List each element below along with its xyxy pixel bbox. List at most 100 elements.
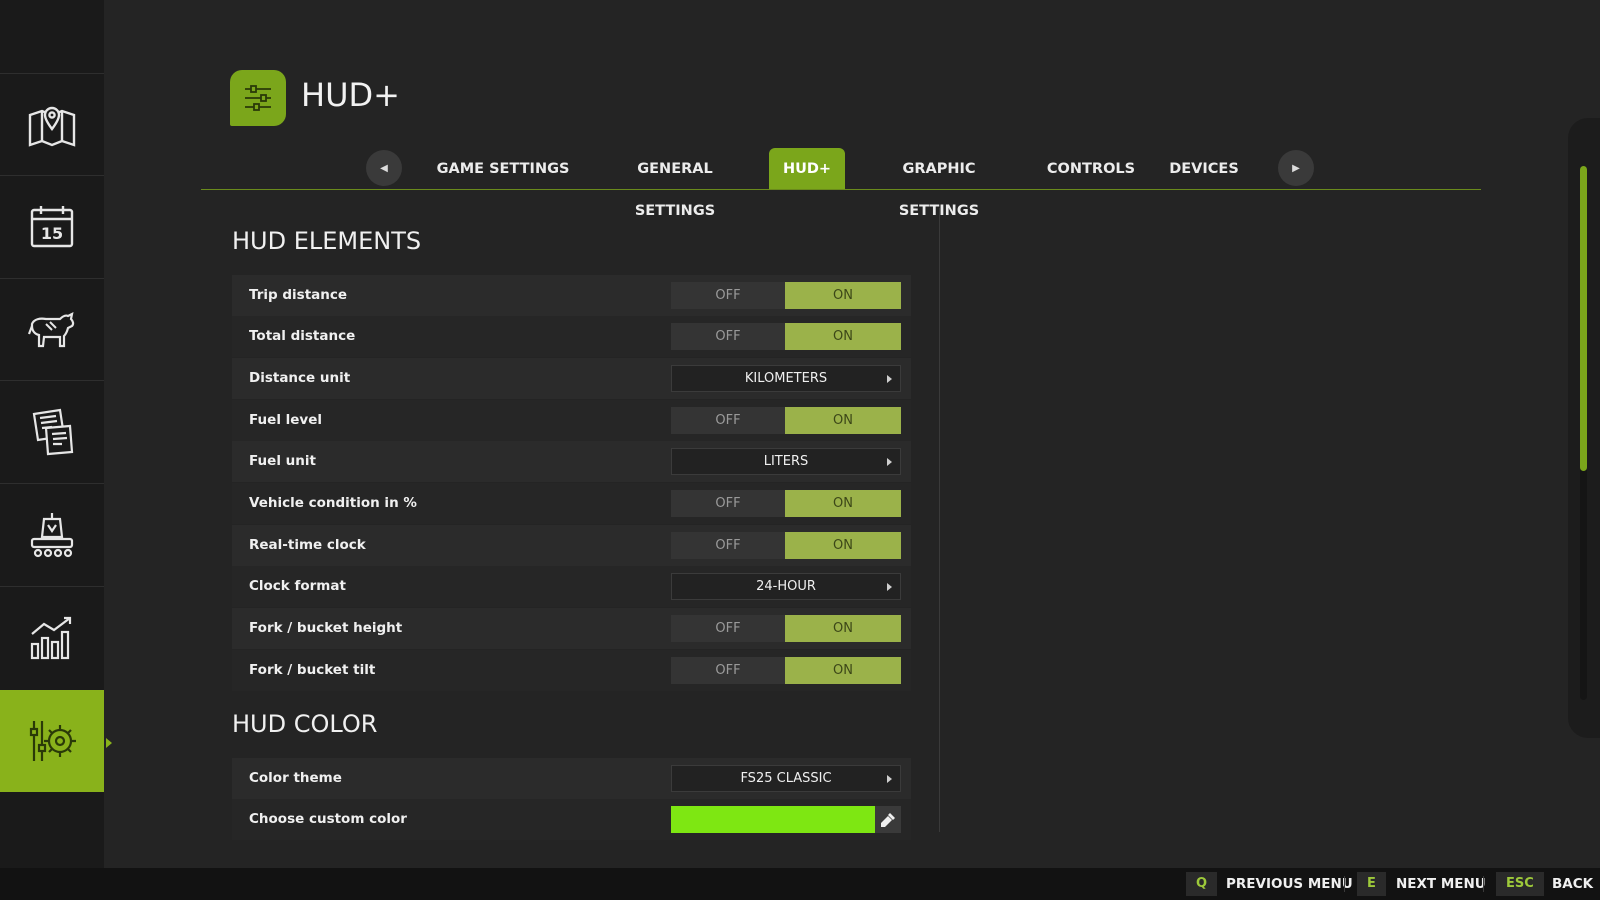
hud-plus-logo [230, 70, 286, 126]
fuel-level-toggle[interactable]: OFF ON [671, 407, 901, 434]
map-icon [28, 106, 76, 147]
arrow-right-icon: ▶ [1292, 162, 1300, 174]
content-divider [939, 208, 940, 832]
contracts-icon [32, 408, 74, 455]
tab-graphic-settings[interactable]: GRAPHIC SETTINGS [866, 148, 1012, 219]
fuel-unit-select[interactable]: LITERS [671, 448, 901, 475]
toggle-off-option[interactable]: OFF [671, 532, 785, 559]
select-value: FS25 CLASSIC [740, 771, 832, 786]
setting-row-fuel-level: Fuel level OFF ON [232, 400, 911, 441]
toggle-off-option[interactable]: OFF [671, 407, 785, 434]
toggle-off-option[interactable]: OFF [671, 657, 785, 684]
toggle-on-option[interactable]: ON [785, 407, 901, 434]
hint-separator [1344, 876, 1345, 892]
setting-row-custom-color: Choose custom color [232, 799, 911, 840]
vehicle-condition-toggle[interactable]: OFF ON [671, 490, 901, 517]
setting-row-distance-unit: Distance unit KILOMETERS [232, 358, 911, 399]
toggle-off-option[interactable]: OFF [671, 490, 785, 517]
tab-prev-button[interactable]: ◀ [366, 150, 402, 186]
setting-row-fork-height: Fork / bucket height OFF ON [232, 608, 911, 649]
setting-label: Fuel level [249, 412, 323, 428]
setting-label: Distance unit [249, 370, 351, 386]
toggle-on-option[interactable]: ON [785, 490, 901, 517]
setting-label: Vehicle condition in % [249, 495, 417, 511]
toggle-on-option[interactable]: ON [785, 532, 901, 559]
setting-label: Choose custom color [249, 811, 407, 827]
distance-unit-select[interactable]: KILOMETERS [671, 365, 901, 392]
setting-row-fork-tilt: Fork / bucket tilt OFF ON [232, 650, 911, 691]
cow-icon [27, 311, 75, 347]
tab-next-button[interactable]: ▶ [1278, 150, 1314, 186]
back-button[interactable]: BACK [1552, 872, 1593, 896]
chevron-right-icon [887, 775, 892, 783]
previous-menu-button[interactable]: PREVIOUS MENU [1226, 872, 1353, 896]
setting-label: Real-time clock [249, 537, 366, 553]
tab-hud-plus[interactable]: HUD+ [769, 148, 845, 190]
setting-row-fuel-unit: Fuel unit LITERS [232, 441, 911, 482]
toggle-on-option[interactable]: ON [785, 615, 901, 642]
trip-distance-toggle[interactable]: OFF ON [671, 282, 901, 309]
setting-row-clock-format: Clock format 24-HOUR [232, 566, 911, 607]
fork-tilt-toggle[interactable]: OFF ON [671, 657, 901, 684]
clock-format-select[interactable]: 24-HOUR [671, 573, 901, 600]
key-q-badge: Q [1186, 872, 1218, 896]
toggle-off-option[interactable]: OFF [671, 615, 785, 642]
tab-game-settings[interactable]: GAME SETTINGS [432, 148, 574, 190]
settings-icon [29, 721, 76, 761]
tab-general-settings[interactable]: GENERAL SETTINGS [596, 148, 754, 219]
setting-row-total-distance: Total distance OFF ON [232, 316, 911, 357]
tab-devices[interactable]: DEVICES [1164, 148, 1244, 190]
setting-row-trip-distance: Trip distance OFF ON [232, 275, 911, 316]
toggle-on-option[interactable]: ON [785, 282, 901, 309]
setting-label: Fork / bucket height [249, 620, 403, 636]
setting-row-color-theme: Color theme FS25 CLASSIC [232, 758, 911, 799]
toggle-off-option[interactable]: OFF [671, 282, 785, 309]
fork-height-toggle[interactable]: OFF ON [671, 615, 901, 642]
setting-row-vehicle-condition: Vehicle condition in % OFF ON [232, 483, 911, 524]
production-icon [30, 512, 74, 557]
color-picker-icon [881, 812, 895, 827]
key-esc-badge: ESC [1496, 872, 1544, 896]
section-title-hud-color: HUD COLOR [232, 710, 378, 738]
active-indicator-caret [106, 738, 112, 748]
tab-controls[interactable]: CONTROLS [1046, 148, 1136, 190]
calendar-day: 15 [41, 224, 63, 243]
sidebar-item-contracts[interactable] [0, 380, 104, 482]
setting-label: Fork / bucket tilt [249, 662, 376, 678]
sidebar-item-map[interactable] [0, 73, 104, 175]
real-time-clock-toggle[interactable]: OFF ON [671, 532, 901, 559]
sidebar-item-production[interactable] [0, 483, 104, 585]
tab-underline [201, 189, 1481, 190]
select-value: KILOMETERS [744, 371, 828, 386]
color-theme-select[interactable]: FS25 CLASSIC [671, 765, 901, 792]
chevron-right-icon [887, 583, 892, 591]
setting-label: Clock format [249, 578, 346, 594]
select-value: LITERS [763, 454, 809, 469]
toggle-on-option[interactable]: ON [785, 323, 901, 350]
scrollbar-thumb[interactable] [1580, 166, 1587, 471]
custom-color-swatch[interactable] [671, 806, 875, 833]
select-value: 24-HOUR [756, 579, 816, 594]
page-title: HUD+ [301, 76, 400, 114]
setting-label: Fuel unit [249, 453, 316, 469]
total-distance-toggle[interactable]: OFF ON [671, 323, 901, 350]
setting-label: Trip distance [249, 287, 348, 303]
sliders-icon [245, 85, 271, 111]
chevron-right-icon [887, 458, 892, 466]
sidebar-item-calendar[interactable]: 15 [0, 175, 104, 277]
toggle-on-option[interactable]: ON [785, 657, 901, 684]
sidebar: 15 [0, 0, 104, 868]
setting-row-real-time-clock: Real-time clock OFF ON [232, 525, 911, 566]
statistics-icon [30, 616, 72, 659]
key-e-badge: E [1357, 872, 1386, 896]
chevron-right-icon [887, 375, 892, 383]
hint-separator [1483, 876, 1484, 892]
sidebar-item-statistics[interactable] [0, 586, 104, 688]
next-menu-button[interactable]: NEXT MENU [1396, 872, 1486, 896]
setting-label: Color theme [249, 770, 342, 786]
sidebar-item-settings[interactable] [0, 690, 104, 792]
color-picker-button[interactable] [875, 806, 901, 833]
section-title-hud-elements: HUD ELEMENTS [232, 227, 422, 255]
sidebar-item-animals[interactable] [0, 278, 104, 380]
toggle-off-option[interactable]: OFF [671, 323, 785, 350]
